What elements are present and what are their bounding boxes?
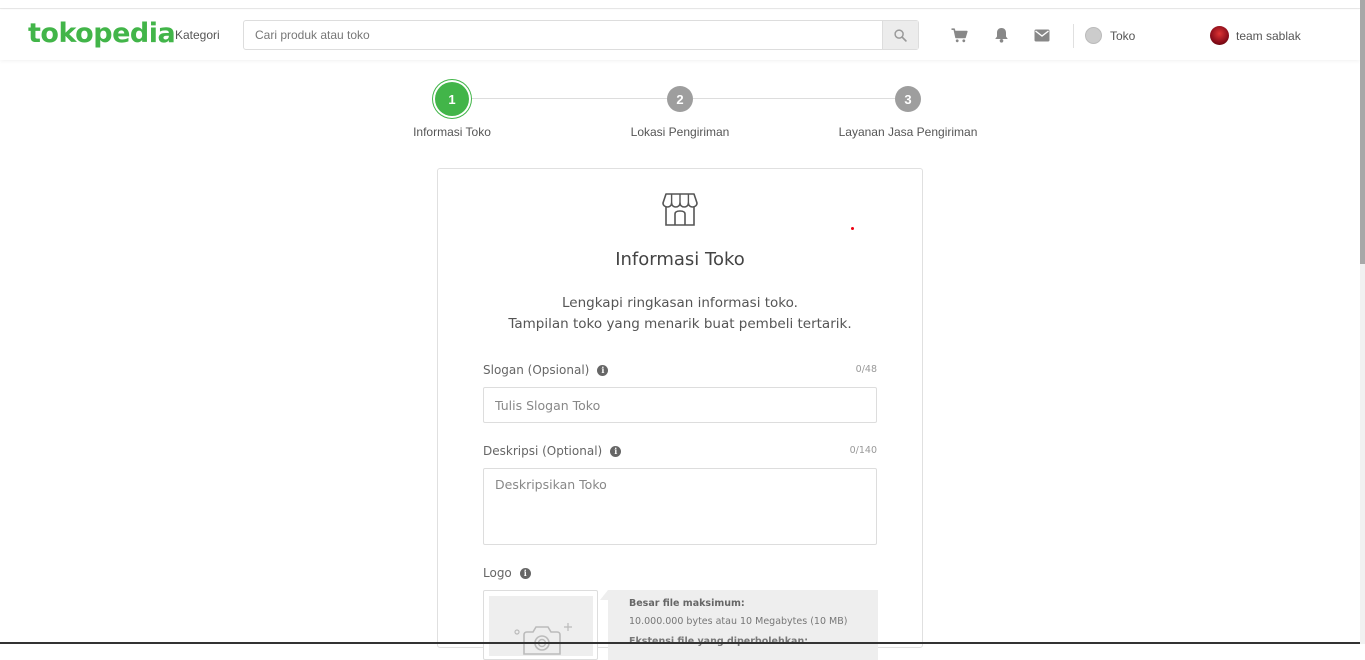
- search-bar: [243, 20, 919, 50]
- logo-placeholder: [489, 596, 593, 656]
- page-subtitle: Lengkapi ringkasan informasi toko. Tampi…: [438, 293, 922, 335]
- top-header: tokopedia Kategori Toko team sablak: [0, 10, 1360, 60]
- info-icon[interactable]: i: [610, 445, 622, 457]
- toko-menu[interactable]: Toko: [1085, 27, 1135, 44]
- logo-info-notch: [600, 590, 608, 600]
- store-info-card: Informasi Toko Lengkapi ringkasan inform…: [437, 168, 923, 660]
- user-menu[interactable]: team sablak: [1210, 26, 1301, 45]
- cart-icon: [951, 27, 968, 42]
- scrollbar-thumb[interactable]: [1360, 0, 1365, 264]
- deskripsi-textarea[interactable]: [483, 468, 877, 545]
- red-marker: [851, 227, 854, 230]
- slogan-label-row: Slogan (Opsional) i: [483, 363, 609, 377]
- logo-label: Logo: [483, 566, 512, 580]
- slogan-input[interactable]: [483, 387, 877, 423]
- step-2-label: Lokasi Pengiriman: [630, 125, 730, 139]
- step-2-circle: 2: [667, 86, 693, 112]
- search-button[interactable]: [882, 21, 918, 49]
- cart-button[interactable]: [950, 26, 968, 44]
- deskripsi-label-row: Deskripsi (Optional) i: [483, 444, 622, 458]
- logo-info-title: Besar file maksimum:: [629, 598, 745, 609]
- kategori-link[interactable]: Kategori: [175, 28, 220, 42]
- camera-icon: [514, 623, 572, 655]
- header-divider: [1073, 24, 1074, 48]
- step-3-label: Layanan Jasa Pengiriman: [838, 125, 978, 139]
- logo-info-size: 10.000.000 bytes atau 10 Megabytes (10 M…: [629, 616, 848, 627]
- info-icon[interactable]: i: [597, 364, 609, 376]
- logo-label-row: Logo i: [483, 566, 531, 580]
- user-name: team sablak: [1236, 28, 1301, 43]
- inbox-button[interactable]: [1033, 26, 1051, 44]
- logo-upload[interactable]: [483, 590, 598, 660]
- search-input[interactable]: [244, 21, 882, 49]
- bell-icon: [994, 28, 1008, 43]
- subtitle-line-1: Lengkapi ringkasan informasi toko.: [562, 295, 798, 311]
- tokopedia-logo[interactable]: tokopedia: [28, 18, 176, 49]
- page-title: Informasi Toko: [615, 249, 745, 270]
- info-icon[interactable]: i: [519, 567, 531, 579]
- logo-info-box: Besar file maksimum: 10.000.000 bytes at…: [600, 590, 878, 660]
- slogan-counter: 0/48: [855, 364, 877, 375]
- step-1-circle: 1: [435, 82, 469, 116]
- notification-button[interactable]: [992, 26, 1010, 44]
- step-3-circle: 3: [895, 86, 921, 112]
- toko-avatar: [1085, 27, 1102, 44]
- deskripsi-label: Deskripsi (Optional): [483, 444, 603, 458]
- store-icon: [662, 193, 698, 226]
- page-scrollbar[interactable]: [1360, 0, 1365, 644]
- step-connector: [693, 98, 895, 99]
- subtitle-line-2: Tampilan toko yang menarik buat pembeli …: [508, 316, 852, 332]
- avatar: [1210, 26, 1229, 45]
- mail-icon: [1034, 29, 1050, 41]
- slogan-label: Slogan (Opsional): [483, 363, 590, 377]
- toko-label: Toko: [1110, 28, 1136, 43]
- top-strip: [0, 0, 1365, 9]
- step-1-label: Informasi Toko: [413, 125, 491, 139]
- step-connector: [469, 98, 667, 99]
- search-icon: [894, 28, 907, 42]
- deskripsi-counter: 0/140: [849, 445, 877, 456]
